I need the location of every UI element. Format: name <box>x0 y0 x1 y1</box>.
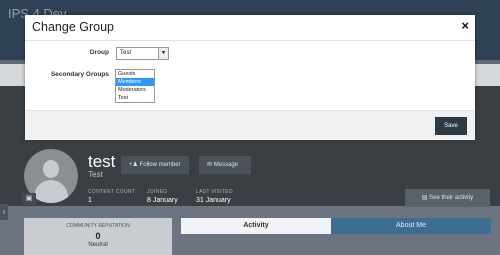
message-label: Message <box>213 162 239 168</box>
follow-icon: +♟ <box>129 162 140 168</box>
see-their-activity-button[interactable]: ▤ See their activity <box>405 189 490 207</box>
profile-group: Test <box>88 170 103 179</box>
option-members[interactable]: Members <box>116 78 154 86</box>
reputation-title: COMMUNITY REPUTATION <box>66 223 130 229</box>
follow-member-label: Follow member <box>139 162 181 168</box>
reputation-label: Neutral <box>88 242 108 248</box>
avatar-head-shape <box>43 160 59 178</box>
stat-label-joined: JOINED <box>147 189 168 195</box>
chevron-down-icon[interactable]: ▼ <box>158 48 168 59</box>
avatar-body-shape <box>34 180 68 203</box>
dialog-header: Change Group × <box>25 15 475 41</box>
group-select-value: Test <box>120 50 132 56</box>
group-label: Group <box>89 49 110 56</box>
edit-photo-icon[interactable]: ▣ <box>22 193 36 205</box>
tab-activity[interactable]: Activity <box>181 218 331 234</box>
envelope-icon: ✉ <box>207 162 214 168</box>
stat-value-joined: 8 January <box>147 197 178 204</box>
close-icon[interactable]: × <box>461 18 469 33</box>
stat-label-content-count: CONTENT COUNT <box>88 189 136 195</box>
tab-about-me[interactable]: About Me <box>331 218 491 234</box>
option-moderators[interactable]: Moderators <box>116 86 154 94</box>
message-button[interactable]: ✉ Message <box>199 156 251 174</box>
reputation-box: COMMUNITY REPUTATION 0 Neutral <box>24 218 172 255</box>
save-button[interactable]: Save <box>435 117 467 135</box>
option-guests[interactable]: Guests <box>116 70 154 78</box>
stat-value-last-visited: 31 January <box>196 197 231 204</box>
see-activity-label: See their activity <box>429 195 474 201</box>
follow-member-button[interactable]: +♟ Follow member <box>121 156 189 174</box>
secondary-groups-label: Secondary Groups <box>50 71 109 78</box>
sidebar-toggle-icon[interactable]: › <box>0 204 8 220</box>
change-group-dialog: Change Group × Group Test ▼ Secondary Gr… <box>25 15 475 140</box>
option-test[interactable]: Test <box>116 94 154 102</box>
stat-value-content-count: 1 <box>88 197 92 204</box>
stat-label-last-visited: LAST VISITED <box>196 189 233 195</box>
dialog-title: Change Group <box>32 20 115 34</box>
profile-username: test <box>88 152 116 171</box>
group-select[interactable]: Test ▼ <box>116 47 169 60</box>
dialog-footer: Save <box>25 110 475 140</box>
reputation-value: 0 <box>95 231 101 241</box>
secondary-groups-list[interactable]: Guests Members Moderators Test <box>115 69 155 103</box>
